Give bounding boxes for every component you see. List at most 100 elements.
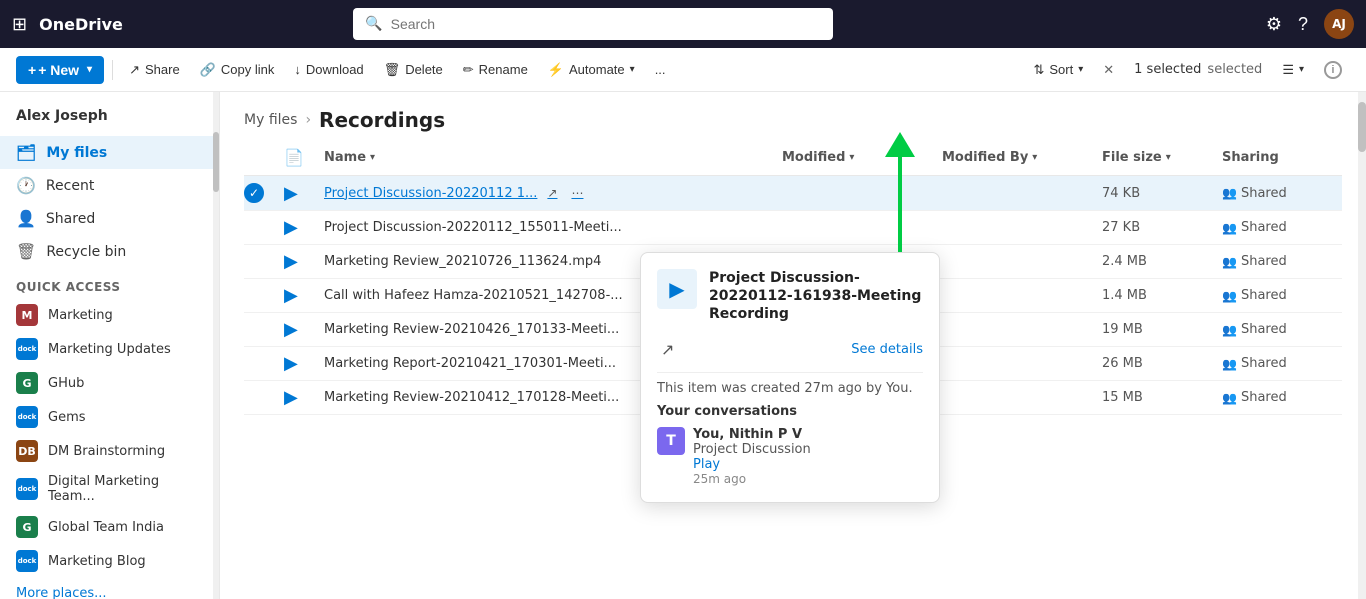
- header-sharing: Sharing: [1222, 150, 1342, 165]
- main-scrollbar[interactable]: [1358, 92, 1366, 599]
- sidebar-item-shared[interactable]: 👤 Shared: [0, 202, 219, 235]
- file-sharing-2: 👥 Shared: [1222, 220, 1342, 235]
- share-button[interactable]: ↗ Share: [121, 57, 188, 83]
- avatar[interactable]: AJ: [1324, 9, 1354, 39]
- app-brand: OneDrive: [39, 15, 123, 34]
- play-button[interactable]: Play: [693, 457, 811, 472]
- download-button[interactable]: ↓ Download: [286, 57, 371, 82]
- header-file-size[interactable]: File size ▾: [1102, 150, 1222, 165]
- popup-file-name: Project Discussion-20220112-161938-Meeti…: [709, 269, 923, 324]
- see-details-link[interactable]: See details: [851, 342, 923, 357]
- help-button[interactable]: ?: [1298, 14, 1308, 35]
- link-icon: 🔗: [200, 62, 216, 78]
- quick-access-marketing-updates[interactable]: dock Marketing Updates: [0, 332, 219, 366]
- search-icon: 🔍: [365, 16, 382, 32]
- file-icon-7: ▶: [284, 387, 324, 408]
- toolbar-right: ⇅ Sort ▾ ✕ 1 selected selected ☰ ▾ i: [1025, 56, 1350, 84]
- file-size-4: 1.4 MB: [1102, 288, 1222, 303]
- more-places-link[interactable]: More places...: [0, 578, 219, 599]
- file-icon-3: ▶: [284, 251, 324, 272]
- new-button[interactable]: + + New ▾: [16, 56, 104, 84]
- automate-button[interactable]: ⚡ Automate ▾: [540, 57, 643, 83]
- popup-created-text: This item was created 27m ago by You.: [657, 372, 923, 396]
- sidebar-item-my-files[interactable]: 🗂 My files: [0, 136, 219, 169]
- quick-access-ghub[interactable]: G GHub: [0, 366, 219, 400]
- popup-actions: ↗ See details: [657, 336, 923, 364]
- view-options-button[interactable]: ☰ ▾: [1274, 57, 1312, 83]
- view-dropdown-icon: ▾: [1299, 64, 1304, 75]
- file-type-header-icon: 📄: [284, 148, 304, 167]
- rename-button[interactable]: ✏ Rename: [455, 57, 536, 83]
- main-scrollbar-thumb: [1358, 102, 1366, 152]
- sidebar-item-recycle-bin[interactable]: 🗑 Recycle bin: [0, 235, 219, 268]
- marketing-avatar: M: [16, 304, 38, 326]
- close-icon: ✕: [1103, 62, 1114, 78]
- sharing-icon-3: 👥: [1222, 255, 1237, 269]
- conversation-topic: Project Discussion: [693, 442, 811, 457]
- more-button[interactable]: ...: [647, 57, 674, 82]
- breadcrumb-parent[interactable]: My files: [244, 112, 297, 128]
- header-name[interactable]: Name ▾: [324, 150, 782, 165]
- quick-access-header: Quick access: [0, 268, 219, 298]
- copy-link-button[interactable]: 🔗 Copy link: [192, 57, 283, 83]
- quick-access-digital-marketing[interactable]: dock Digital Marketing Team...: [0, 468, 219, 510]
- breadcrumb-current: Recordings: [319, 108, 445, 132]
- my-files-icon: 🗂: [16, 143, 36, 162]
- popup-share-icon: ↗: [661, 342, 674, 359]
- sidebar-scrollbar-thumb: [213, 132, 219, 192]
- name-sort-icon: ▾: [370, 152, 375, 163]
- file-size-3: 2.4 MB: [1102, 254, 1222, 269]
- popup-share-button[interactable]: ↗: [657, 336, 678, 364]
- popup-overlay: ▶ Project Discussion-20220112-161938-Mee…: [640, 252, 940, 503]
- table-row[interactable]: ▶ Project Discussion-20220112_155011-Mee…: [244, 211, 1342, 245]
- file-size-sort-icon: ▾: [1166, 152, 1171, 163]
- share-icon: ↗: [129, 62, 140, 78]
- automate-icon: ⚡: [548, 62, 564, 78]
- quick-access-gems[interactable]: dock Gems: [0, 400, 219, 434]
- file-size-5: 19 MB: [1102, 322, 1222, 337]
- breadcrumb: My files › Recordings: [220, 92, 1366, 140]
- sharing-icon-2: 👥: [1222, 221, 1237, 235]
- search-bar[interactable]: 🔍: [353, 8, 833, 40]
- delete-button[interactable]: 🗑 Delete: [376, 57, 451, 83]
- sidebar-item-recent[interactable]: 🕐 Recent: [0, 169, 219, 202]
- breadcrumb-separator: ›: [305, 112, 311, 128]
- quick-access-marketing-blog[interactable]: dock Marketing Blog: [0, 544, 219, 578]
- quick-access-dm-brainstorming[interactable]: DB DM Brainstorming: [0, 434, 219, 468]
- file-list-header: 📄 Name ▾ Modified ▾ Modified By ▾ File s…: [244, 140, 1342, 176]
- quick-access-global-team[interactable]: G Global Team India: [0, 510, 219, 544]
- popup-file-row: ▶ Project Discussion-20220112-161938-Mee…: [657, 269, 923, 324]
- search-input[interactable]: [391, 16, 822, 32]
- download-icon: ↓: [294, 62, 301, 77]
- recent-icon: 🕐: [16, 176, 36, 195]
- conversation-item: T You, Nithin P V Project Discussion Pla…: [657, 427, 923, 486]
- sort-button[interactable]: ⇅ Sort ▾: [1025, 57, 1091, 83]
- file-name-2[interactable]: Project Discussion-20220112_155011-Meeti…: [324, 220, 782, 235]
- sharing-icon-1: 👥: [1222, 186, 1237, 200]
- main-layout: Alex Joseph 🗂 My files 🕐 Recent 👤 Shared…: [0, 92, 1366, 599]
- info-button[interactable]: i: [1316, 56, 1350, 84]
- settings-button[interactable]: ⚙: [1266, 14, 1282, 35]
- file-name-1[interactable]: Project Discussion-20220112 1... ↗ ⋯: [324, 182, 782, 204]
- table-row[interactable]: ✓ ▶ Project Discussion-20220112 1... ↗ ⋯…: [244, 176, 1342, 211]
- close-selection-button[interactable]: ✕: [1095, 57, 1122, 83]
- file-size-6: 26 MB: [1102, 356, 1222, 371]
- row-checkbox-1[interactable]: ✓: [244, 183, 284, 203]
- header-modified-by[interactable]: Modified By ▾: [942, 150, 1102, 165]
- global-team-avatar: G: [16, 516, 38, 538]
- delete-icon: 🗑: [384, 62, 401, 78]
- modified-sort-icon: ▾: [849, 152, 854, 163]
- file-icon-4: ▶: [284, 285, 324, 306]
- sidebar-scrollbar[interactable]: [213, 92, 219, 599]
- quick-access-marketing[interactable]: M Marketing: [0, 298, 219, 332]
- header-type-col: 📄: [284, 148, 324, 167]
- file-icon-6: ▶: [284, 353, 324, 374]
- recycle-icon: 🗑: [16, 242, 36, 261]
- file-sharing-6: 👥 Shared: [1222, 356, 1342, 371]
- more-row-button-1[interactable]: ⋯: [567, 182, 587, 204]
- file-size-2: 27 KB: [1102, 220, 1222, 235]
- new-dropdown-icon[interactable]: ▾: [87, 64, 92, 75]
- app-grid-icon[interactable]: ⊞: [12, 14, 27, 35]
- file-sharing-4: 👥 Shared: [1222, 288, 1342, 303]
- share-row-button-1[interactable]: ↗: [543, 182, 561, 204]
